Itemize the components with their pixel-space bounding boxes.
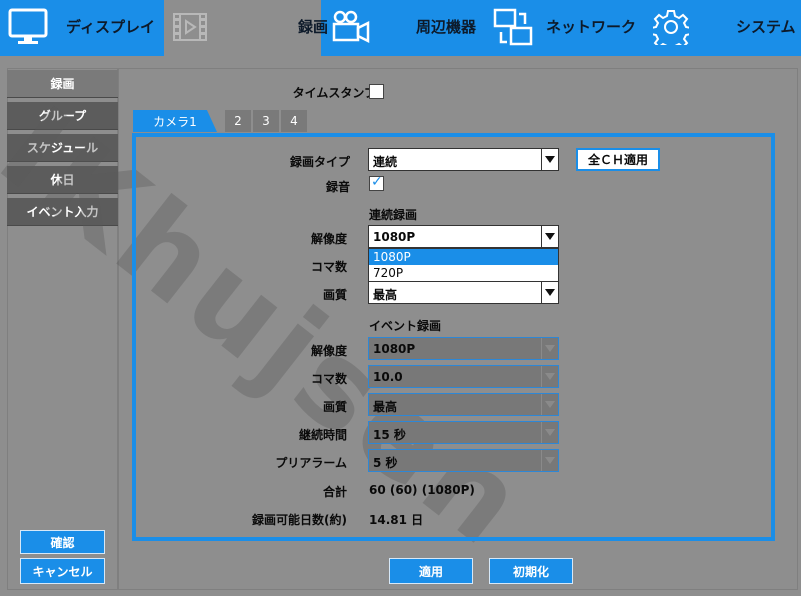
tab-network-label: ネットワーク [546, 18, 637, 36]
event-quality-label: 画質 [322, 400, 347, 414]
continuous-resolution-value: 1080P [373, 230, 416, 244]
event-duration-select[interactable]: 15 秒 [368, 421, 559, 444]
reset-button[interactable]: 初期化 [489, 558, 573, 584]
top-nav-bar: ディスプレイ 録画 周辺機器 ネットワーク システム [0, 0, 801, 56]
confirm-button[interactable]: 確認 [20, 530, 105, 554]
camera-icon [332, 10, 370, 44]
tab-peripherals[interactable]: 周辺機器 [321, 0, 481, 56]
chevron-down-icon [541, 422, 558, 443]
event-fps-value: 10.0 [373, 370, 403, 384]
event-fps-label: コマ数 [310, 372, 347, 386]
audio-label: 録音 [325, 180, 350, 194]
network-icon [493, 8, 533, 46]
event-resolution-select[interactable]: 1080P [368, 337, 559, 360]
continuous-quality-value: 最高 [373, 288, 398, 302]
sidebar-item-holiday[interactable]: 休日 [7, 166, 118, 194]
tab-display-label: ディスプレイ [66, 18, 155, 36]
record-type-value: 連続 [373, 155, 398, 169]
sidebar-item-record[interactable]: 録画 [7, 70, 118, 98]
recordable-days-label: 録画可能日数(約) [252, 513, 347, 527]
continuous-heading: 連続録画 [369, 208, 418, 222]
sidebar-item-label: スケジュール [26, 141, 99, 155]
recordable-days-value: 14.81 日 [369, 513, 424, 527]
record-type-select[interactable]: 連続 [368, 148, 559, 171]
continuous-quality-select[interactable]: 最高 [368, 281, 559, 304]
event-prealarm-label: プリアラーム [275, 456, 347, 470]
continuous-fps-label: コマ数 [310, 260, 347, 274]
checkmark-icon: ✓ [371, 174, 383, 190]
audio-checkbox[interactable]: ✓ [369, 174, 384, 191]
film-icon [173, 13, 207, 41]
event-quality-select[interactable]: 最高 [368, 393, 559, 416]
sidebar-item-group[interactable]: グループ [7, 102, 118, 130]
timestamp-checkbox[interactable] [369, 84, 384, 99]
dropdown-option-720p[interactable]: 720P [369, 265, 558, 281]
chevron-down-icon [541, 394, 558, 415]
tab-network[interactable]: ネットワーク [481, 0, 641, 56]
timestamp-label: タイムスタンプ [292, 86, 376, 100]
total-label: 合計 [322, 485, 347, 499]
chevron-down-icon [541, 149, 558, 170]
event-fps-select[interactable]: 10.0 [368, 365, 559, 388]
tab-camera-2[interactable]: 2 [225, 110, 251, 132]
monitor-icon [8, 8, 48, 44]
chevron-down-icon [541, 366, 558, 387]
apply-button[interactable]: 適用 [389, 558, 473, 584]
continuous-resolution-label: 解像度 [310, 232, 347, 246]
tab-system[interactable]: システム [641, 0, 801, 56]
chevron-down-icon [541, 450, 558, 471]
event-quality-value: 最高 [373, 400, 398, 414]
chevron-down-icon [541, 226, 558, 247]
continuous-resolution-select[interactable]: 1080P [368, 225, 559, 248]
tab-camera-1[interactable]: カメラ1 [133, 110, 217, 132]
tab-recording[interactable]: 録画 [164, 0, 328, 56]
cancel-button[interactable]: キャンセル [20, 558, 105, 584]
tab-system-label: システム [736, 18, 796, 36]
record-type-label: 録画タイプ [289, 155, 350, 169]
sidebar-item-event-input[interactable]: イベント入力 [7, 198, 118, 226]
event-resolution-value: 1080P [373, 342, 416, 356]
tab-camera-4[interactable]: 4 [281, 110, 307, 132]
event-duration-value: 15 秒 [373, 428, 406, 442]
event-prealarm-select[interactable]: 5 秒 [368, 449, 559, 472]
chevron-down-icon [541, 282, 558, 303]
sidebar-item-schedule[interactable]: スケジュール [7, 134, 118, 162]
event-resolution-label: 解像度 [310, 344, 347, 358]
gear-icon [653, 10, 689, 45]
tab-display[interactable]: ディスプレイ [0, 0, 164, 56]
chevron-down-icon [541, 338, 558, 359]
event-heading: イベント録画 [369, 319, 442, 333]
total-value: 60 (60) (1080P) [369, 483, 475, 497]
sidebar-item-label: 録画 [50, 77, 75, 91]
sidebar-item-label: イベント入力 [26, 205, 99, 219]
apply-all-channels-button[interactable]: 全ＣＨ適用 [576, 148, 660, 171]
tab-camera-3[interactable]: 3 [253, 110, 279, 132]
event-duration-label: 継続時間 [298, 428, 347, 442]
continuous-quality-label: 画質 [322, 288, 347, 302]
tab-peripherals-label: 周辺機器 [416, 18, 477, 36]
sidebar-item-label: グループ [38, 109, 87, 123]
resolution-dropdown-list: 1080P 720P [368, 248, 559, 282]
sidebar-item-label: 休日 [50, 173, 75, 187]
event-prealarm-value: 5 秒 [373, 456, 398, 470]
dropdown-option-1080p[interactable]: 1080P [369, 249, 558, 265]
